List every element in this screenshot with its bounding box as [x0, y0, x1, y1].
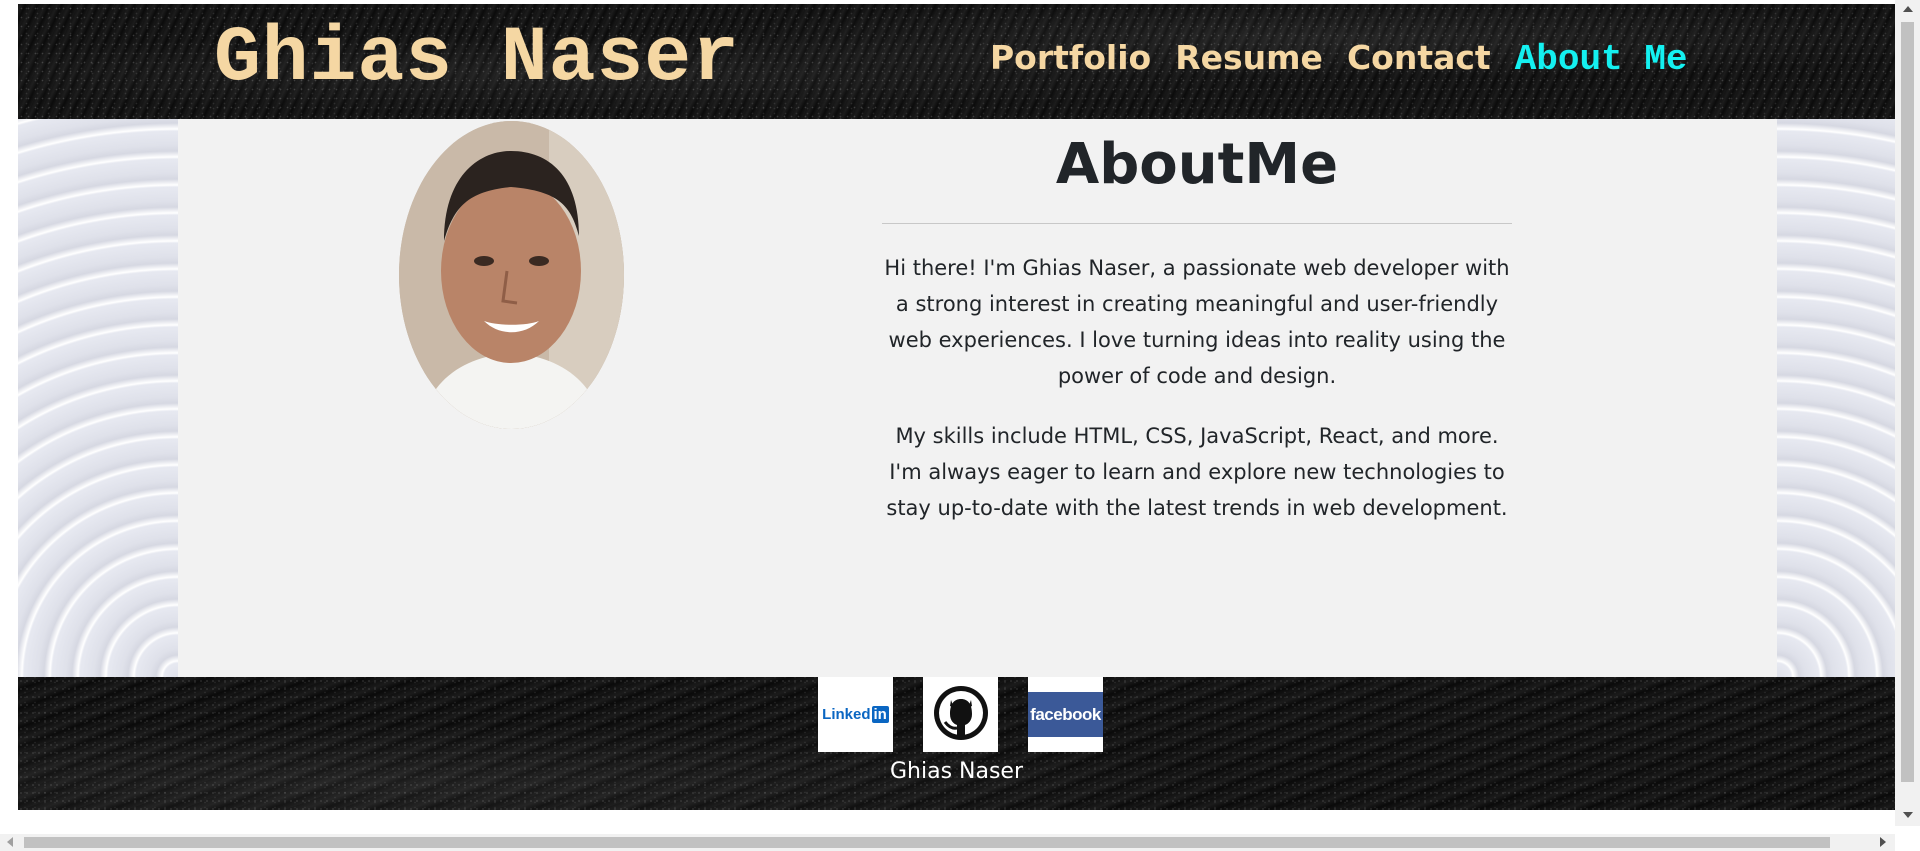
about-section: AboutMe Hi there! I'm Ghias Naser, a pas…: [178, 119, 1777, 677]
site-title: Ghias Naser: [214, 15, 740, 103]
social-links: Linked in facebook: [818, 677, 1103, 752]
nav-link-about-me[interactable]: About Me: [1515, 36, 1688, 84]
scroll-right-arrow-icon[interactable]: [1880, 837, 1886, 847]
about-paragraph-2: My skills include HTML, CSS, JavaScript,…: [886, 424, 1508, 520]
facebook-link[interactable]: facebook: [1028, 677, 1103, 752]
side-background-right: [1777, 119, 1895, 677]
scroll-left-arrow-icon[interactable]: [7, 837, 13, 847]
horizontal-scroll-thumb[interactable]: [24, 837, 1830, 848]
side-background-left: [18, 119, 178, 677]
vertical-scrollbar[interactable]: [1895, 0, 1920, 826]
scroll-down-arrow-icon[interactable]: [1903, 812, 1913, 818]
page-viewport: Ghias Naser Portfolio Resume Contact Abo…: [18, 4, 1895, 810]
main-nav: Portfolio Resume Contact About Me: [990, 34, 1688, 84]
vertical-scroll-thumb[interactable]: [1901, 22, 1914, 782]
about-paragraph-1: Hi there! I'm Ghias Naser, a passionate …: [884, 256, 1510, 388]
nav-link-portfolio[interactable]: Portfolio: [990, 34, 1151, 82]
github-icon: [932, 684, 990, 746]
scrollbar-corner: [1895, 826, 1920, 851]
footer-name: Ghias Naser: [889, 759, 1024, 784]
site-footer: Linked in facebook Ghias Naser: [18, 677, 1895, 810]
about-text-block: AboutMe Hi there! I'm Ghias Naser, a pas…: [882, 119, 1512, 550]
github-link[interactable]: [923, 677, 998, 752]
linkedin-icon: Linked in: [822, 706, 889, 723]
linkedin-link[interactable]: Linked in: [818, 677, 893, 752]
scroll-up-arrow-icon[interactable]: [1903, 6, 1913, 12]
facebook-icon: facebook: [1028, 692, 1103, 737]
nav-link-resume[interactable]: Resume: [1175, 34, 1323, 82]
nav-link-contact[interactable]: Contact: [1347, 34, 1491, 82]
divider: [882, 223, 1512, 224]
horizontal-scrollbar[interactable]: [0, 834, 1895, 851]
about-heading: AboutMe: [1055, 132, 1339, 197]
profile-photo: [399, 121, 624, 429]
site-header: Ghias Naser Portfolio Resume Contact Abo…: [18, 4, 1895, 119]
